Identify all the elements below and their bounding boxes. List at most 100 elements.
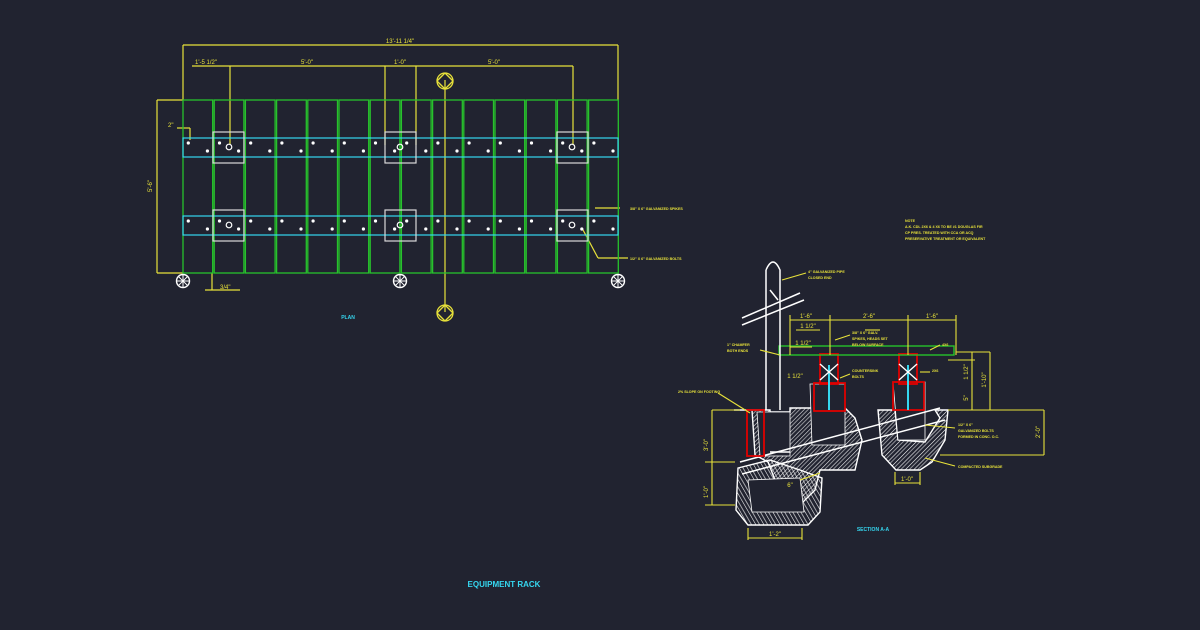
callout-galv-bolts-3: FORMED IN CONC. O.C. [958, 435, 999, 439]
deck-board [556, 99, 588, 274]
bolt-hole [455, 149, 459, 153]
plan-label: PLAN [341, 315, 355, 321]
dim-post-width: 1'-0" [394, 60, 406, 66]
sec-dim-bottom-a: 1'-2" [769, 532, 781, 538]
callout-countersink-2: BOLTS [852, 375, 865, 379]
deck-board [525, 99, 557, 274]
sec-dim-right-a: 1 1/2" [964, 364, 970, 379]
bolt-hole [424, 149, 428, 153]
bolt-hole [549, 149, 553, 153]
note-line-3: CP PRES. TREATED WITH CCA OR ACQ [905, 231, 974, 235]
bolt-hole [342, 141, 346, 145]
bolt-hole [249, 141, 253, 145]
dim-span-2: 5'-0" [488, 60, 500, 66]
bolt-hole [436, 219, 440, 223]
sec-dim-mid-a: 5" [964, 395, 970, 400]
section-label: SECTION A-A [857, 527, 890, 533]
bolt-hole [342, 219, 346, 223]
callout-galv-bolts-1: 1/2" X 6" [958, 423, 973, 427]
bolt-hole [249, 219, 253, 223]
bolt-hole [205, 149, 209, 153]
deck-board [213, 99, 245, 274]
bolt-hole [217, 219, 222, 223]
post-bolt [568, 143, 576, 151]
dim-left-offset: 1'-5 1/2" [195, 60, 217, 66]
caster-wheels [175, 273, 626, 289]
bolt-hole [549, 227, 553, 231]
bolt-hole [436, 141, 440, 145]
callout-chamfer-2: BOTH ENDS [727, 349, 749, 353]
sec-dim-small-a: 1 1/2" [795, 341, 810, 347]
callout-spikes-2: SPIKES, HEADS SET [852, 337, 889, 341]
concrete-core-2 [809, 383, 846, 446]
bolt-hole [373, 141, 378, 145]
dim-span-1: 5'-0" [301, 60, 313, 66]
bolt-hole [268, 227, 272, 231]
bolt-hole [361, 149, 365, 153]
bolt-hole [486, 227, 490, 231]
dim-bottom-offset: 3/4" [220, 285, 230, 291]
bolt-hole [561, 219, 565, 223]
bolt-hole [237, 227, 241, 231]
callout-bolts: 1/2" X 6" GALVANIZED BOLTS [630, 257, 682, 261]
callout-chamfer-1: 1" CHAMFER [727, 343, 750, 347]
bolt-hole [611, 227, 615, 231]
bolt-hole [580, 227, 584, 231]
deck-board [182, 99, 214, 274]
bolt-hole [580, 149, 584, 153]
callout-spikes-1: 3/8" X 6" GALV. [852, 331, 878, 335]
drawing-title: EQUIPMENT RACK [468, 580, 541, 589]
callout-spikes: 3/8" X 6" GALVANIZED SPIKES [630, 207, 683, 211]
bolt-hole [393, 149, 397, 153]
bolt-hole [486, 149, 490, 153]
callout-4x6: 4X6 [942, 343, 948, 347]
sec-dim-right-b: 1'-10" [982, 372, 988, 387]
bolt-holes [186, 141, 615, 231]
wheel-icon [392, 273, 408, 289]
bolt-hole [611, 149, 615, 153]
deck-boards [182, 99, 619, 274]
cad-drawing-canvas: 13'-11 1/4" 1'-5 1/2" 5'-0" 1'-0" 5'-0" … [148, 39, 1045, 589]
bolt-hole [517, 149, 522, 153]
bolt-hole [592, 141, 596, 145]
callout-slope: 2% SLOPE ON FOOTING [678, 390, 720, 394]
bolt-hole [529, 219, 534, 223]
note-line-4: PRESERVATIVE TREATMENT OR EQUIVALENT [905, 237, 986, 241]
callout-galv-bolts-2: GALVANIZED BOLTS [958, 429, 994, 433]
callout-countersink-1: COUNTERSINK [852, 369, 879, 373]
bolt-hole [529, 141, 534, 145]
callout-2x6: 2X6 [932, 369, 938, 373]
bolt-hole [373, 219, 378, 223]
post-bolt [225, 221, 233, 229]
deck-board [244, 99, 276, 274]
bolt-hole [517, 227, 522, 231]
bolt-hole [467, 141, 471, 145]
sec-dim-bottom-b: 1'-0" [901, 477, 913, 483]
deck-board [494, 99, 526, 274]
sec-dim-half-a: 1 1/2" [800, 324, 815, 330]
dim-overall-length: 13'-11 1/4" [386, 39, 414, 45]
bolt-hole [311, 219, 315, 223]
bolt-hole [405, 219, 409, 223]
concrete-core-3 [747, 477, 805, 513]
bolt-hole [330, 149, 334, 153]
dim-overall-width: 5'-6" [148, 180, 154, 192]
bolt-hole [330, 227, 334, 231]
bolt-hole [498, 219, 502, 223]
bolt-hole [237, 149, 241, 153]
bolt-hole [424, 227, 428, 231]
post-bolt [225, 143, 233, 151]
callout-subgrade: COMPACTED SUBGRADE [958, 465, 1003, 469]
note-line-2: A.K. CDL 2X6 & 4 X6 TO BE #1 DOUGLAS FIR [905, 225, 983, 229]
bolt-hole [498, 141, 502, 145]
bolt-hole [186, 141, 190, 145]
section-view: 1'-6" 2'-6" 1'-6" 1 1/2" 1 1/2" 1 1/2" 1… [678, 219, 1045, 540]
deck-board [307, 99, 339, 274]
galvanized-pipe [741, 261, 805, 410]
bolt-hole [217, 141, 222, 145]
sec-dim-top-b: 2'-6" [863, 314, 875, 320]
bolt-hole [561, 141, 565, 145]
sec-dim-top-c: 1'-6" [926, 314, 938, 320]
bolt-hole [311, 141, 315, 145]
wheel-icon [610, 273, 626, 289]
